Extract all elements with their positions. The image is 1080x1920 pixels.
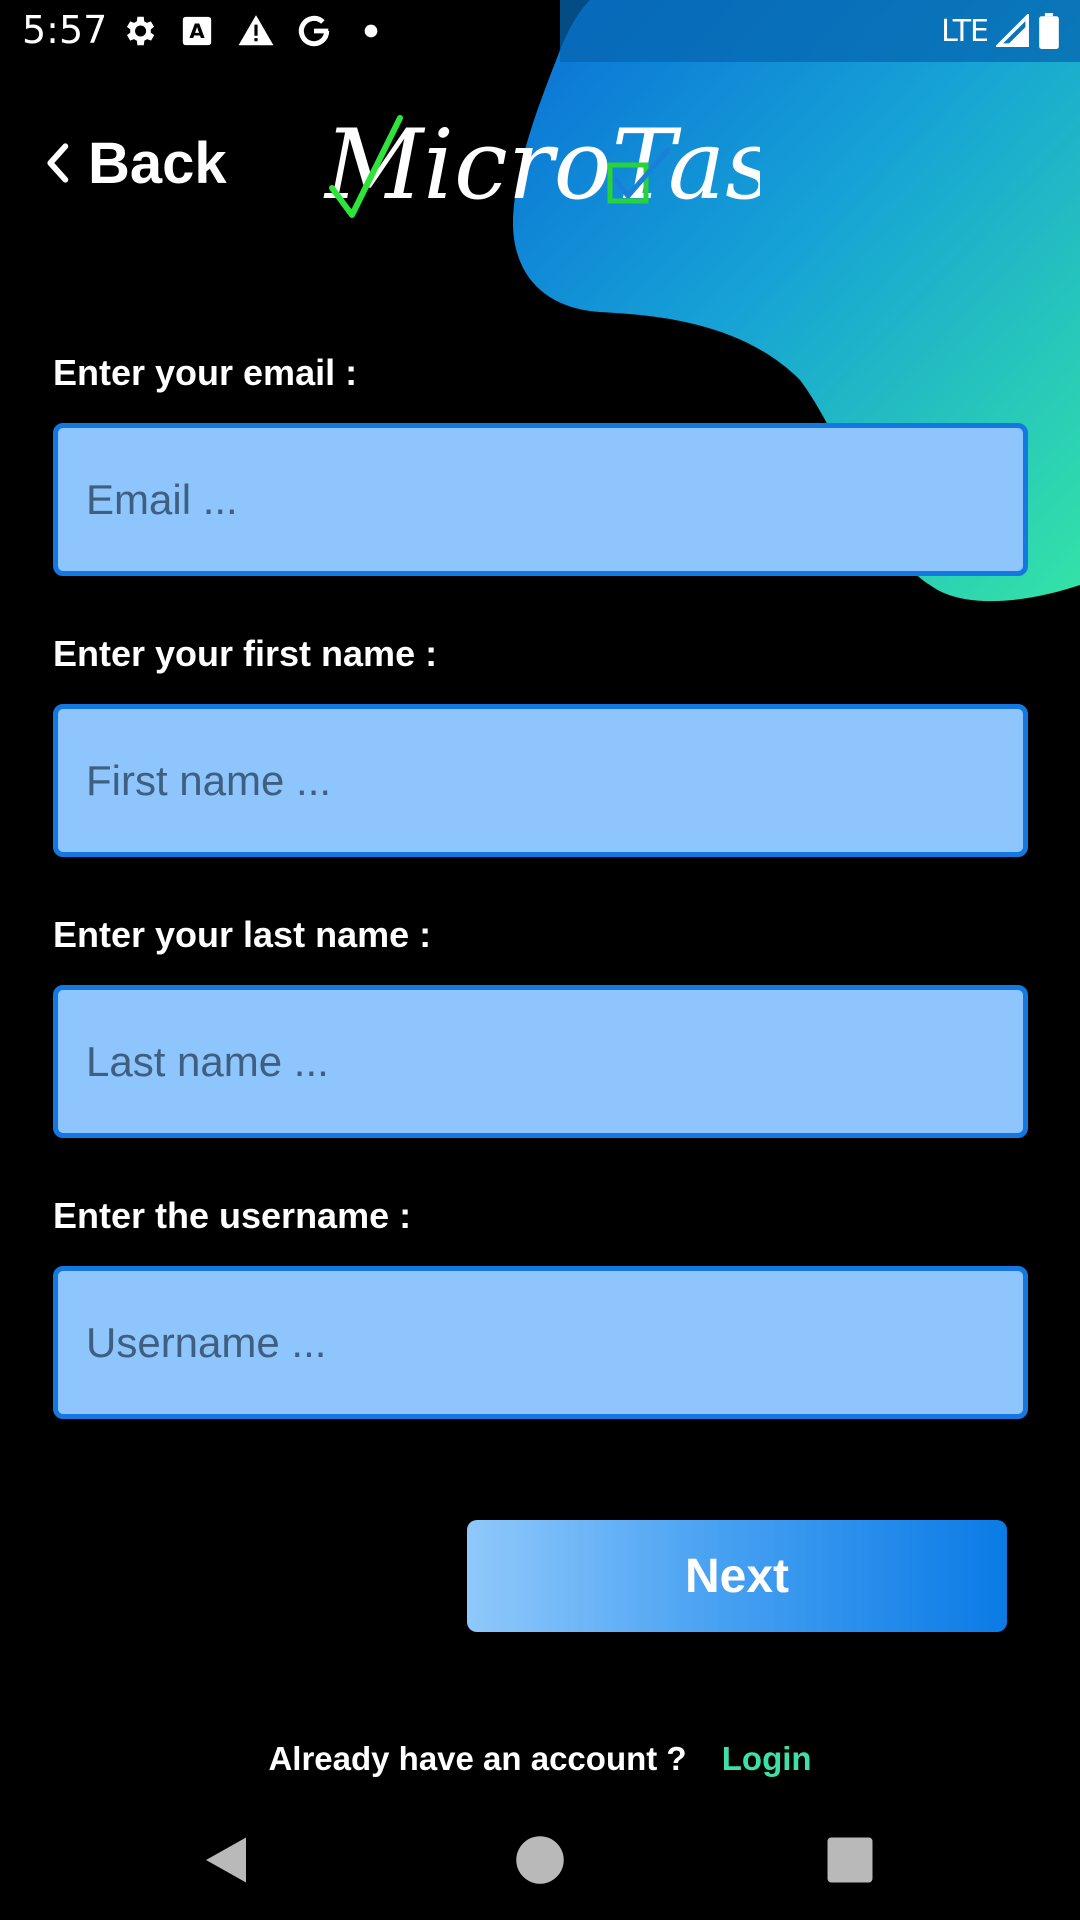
back-button[interactable]: Back [44,128,227,198]
last-name-label: Enter your last name : [53,914,432,955]
signup-screen: 5:57 A LTE Back MicroTa Enter your email… [0,0,1080,1920]
username-label: Enter the username : [53,1195,412,1236]
google-icon [298,15,330,47]
status-time: 5:57 [22,8,108,52]
dot-icon [364,24,378,38]
back-label: Back [88,130,227,196]
email-input[interactable] [53,423,1028,576]
status-bar: 5:57 A LTE [0,0,1080,62]
username-input[interactable] [53,1266,1028,1419]
recents-square-icon[interactable] [820,1830,880,1890]
navigation-bar [0,1800,1080,1920]
email-label: Enter your email : [53,352,358,393]
svg-text:A: A [189,20,205,43]
login-prompt: Already have an account ? Login [0,1740,1080,1778]
first-name-input[interactable] [53,704,1028,857]
back-triangle-icon[interactable] [196,1830,256,1890]
login-question: Already have an account ? [268,1740,687,1777]
last-name-input[interactable] [53,985,1028,1138]
settings-icon [126,16,155,46]
warning-icon [238,15,274,46]
first-name-label: Enter your first name : [53,633,438,674]
text-recognition-icon: A [182,16,212,46]
signal-icon [996,14,1029,47]
next-button[interactable]: Next [467,1520,1007,1632]
logo-text: MicroTask [323,110,760,221]
network-type: LTE [941,13,989,49]
battery-icon [1039,13,1059,49]
chevron-left-icon [47,143,69,183]
login-link[interactable]: Login [722,1740,812,1777]
microtask-logo: MicroTask [323,110,760,221]
home-circle-icon[interactable] [510,1830,570,1890]
